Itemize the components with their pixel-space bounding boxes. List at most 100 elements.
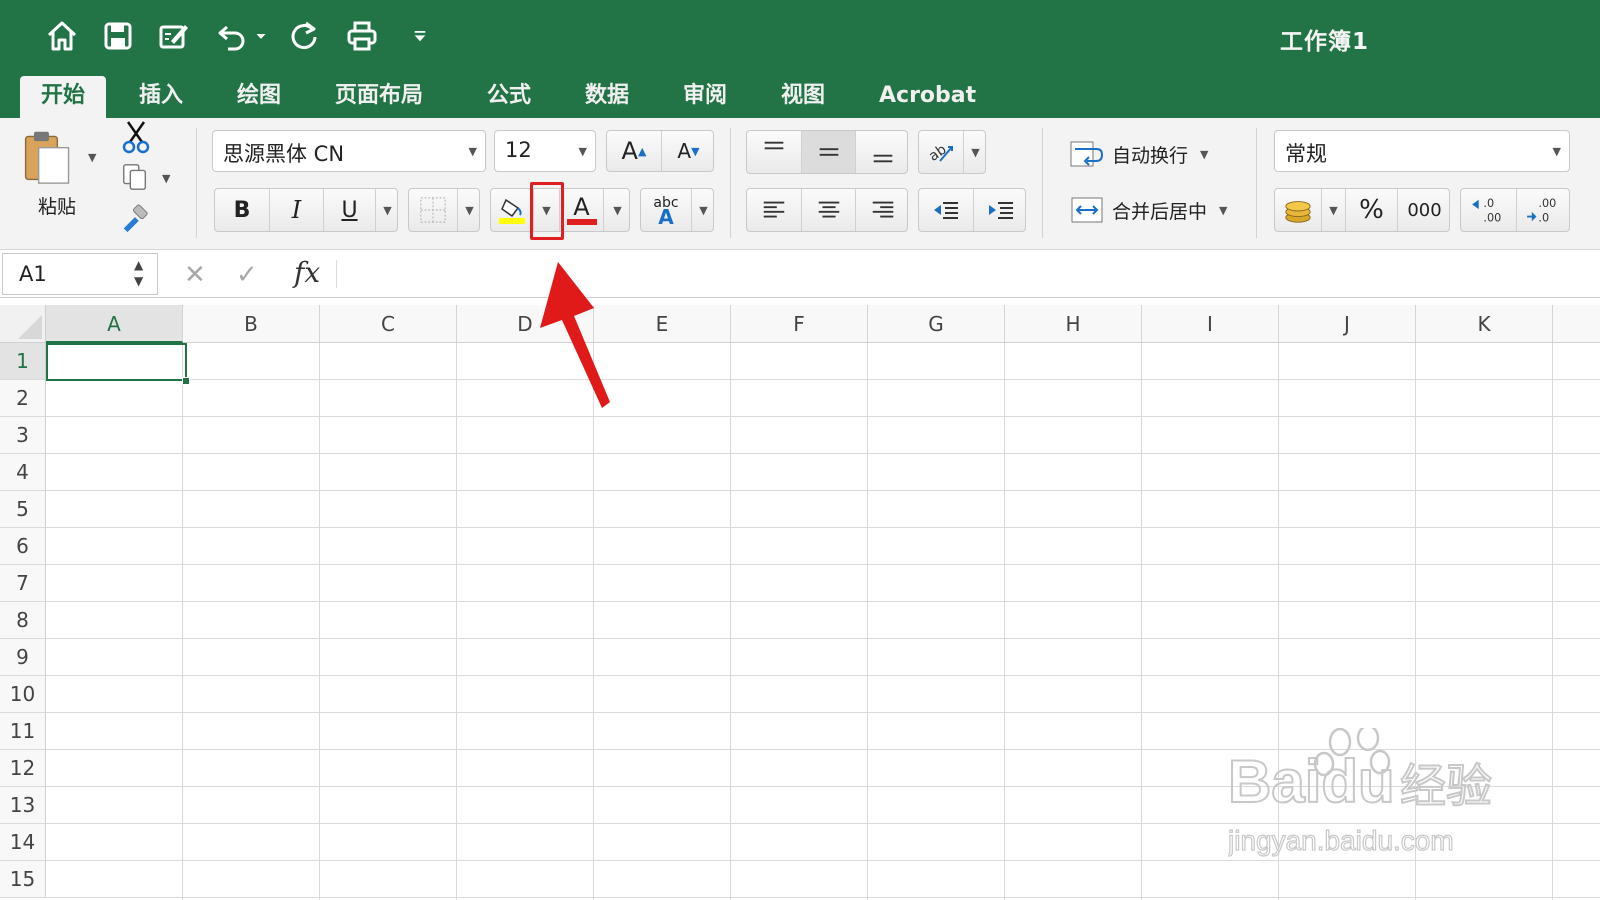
tab-page-layout[interactable]: 页面布局 [314,76,444,118]
font-color-swatch [566,219,597,225]
edit-icon[interactable] [154,16,194,56]
row-header-11[interactable]: 11 [0,713,46,750]
phonetic-dropdown-icon[interactable]: ▼ [691,189,715,231]
bold-button[interactable]: B [215,189,269,231]
tab-data[interactable]: 数据 [564,76,650,118]
font-name-select[interactable]: 思源黑体 CN ▼ [212,130,486,172]
confirm-icon[interactable]: ✓ [236,260,258,290]
active-cell[interactable] [46,343,187,381]
column-header-g[interactable]: G [868,305,1005,343]
align-middle-button[interactable] [801,131,855,173]
copy-icon[interactable] [120,162,152,194]
decrease-indent-button[interactable] [919,189,973,231]
font-size-select[interactable]: 12 ▼ [494,130,596,172]
grow-font-button[interactable]: A ▲ [607,131,661,171]
row-header-12[interactable]: 12 [0,750,46,787]
gridline [1415,343,1416,900]
shrink-font-button[interactable]: A ▼ [661,131,715,171]
column-header-c[interactable]: C [320,305,457,343]
orientation-button[interactable]: ab [919,131,963,173]
paste-label: 粘贴 [38,196,77,218]
cancel-icon[interactable]: ✕ [184,260,206,290]
row-header-1[interactable]: 1 [0,343,46,380]
formula-input[interactable] [346,255,1586,293]
font-size-value: 12 [505,138,532,162]
fill-handle[interactable] [182,377,190,385]
tab-draw[interactable]: 绘图 [216,76,302,118]
align-center-button[interactable] [801,189,855,231]
row-header-7[interactable]: 7 [0,565,46,602]
format-painter-icon[interactable] [120,204,152,236]
cut-icon[interactable] [120,120,152,154]
customize-icon[interactable] [400,16,440,56]
print-icon[interactable] [342,16,382,56]
undo-dropdown-icon[interactable] [250,16,272,56]
column-header-i[interactable]: I [1142,305,1279,343]
underline-dropdown-icon[interactable]: ▼ [375,189,399,231]
grow-font-label: A [621,137,638,165]
increase-decimal-button[interactable]: .0.00 [1461,189,1516,231]
column-header-a[interactable]: A [46,305,183,343]
copy-dropdown-icon[interactable]: ▼ [162,172,170,185]
column-header-b[interactable]: B [183,305,320,343]
column-header-h[interactable]: H [1005,305,1142,343]
font-color-button[interactable]: A [559,189,603,231]
align-top-button[interactable] [747,131,801,173]
svg-text:.00: .00 [1538,197,1556,210]
worksheet-grid[interactable]: ABCDEFGHIJK 1 2 3 4 5 6 7 8 9 10 11 12 13 14 15 [0,305,1600,900]
align-right-button[interactable] [855,189,909,231]
row-header-5[interactable]: 5 [0,491,46,528]
align-left-button[interactable] [747,189,801,231]
fill-color-button[interactable] [491,189,533,231]
comma-style-button[interactable]: 000 [1397,189,1451,231]
row-header-15[interactable]: 15 [0,861,46,898]
number-format-select[interactable]: 常规 ▼ [1274,130,1570,172]
row-header-10[interactable]: 10 [0,676,46,713]
decrease-decimal-button[interactable]: .00.0 [1516,189,1571,231]
tab-acrobat[interactable]: Acrobat [858,76,997,118]
redo-icon[interactable] [284,16,324,56]
phonetic-guide-button[interactable]: abc A [641,189,691,231]
row-header-3[interactable]: 3 [0,417,46,454]
text-orientation-icon: ab [926,142,953,165]
tab-insert[interactable]: 插入 [118,76,204,118]
row-header-9[interactable]: 9 [0,639,46,676]
underline-button[interactable]: U [323,189,375,231]
orientation-dropdown-icon[interactable]: ▼ [963,131,987,173]
row-header-4[interactable]: 4 [0,454,46,491]
row-header-13[interactable]: 13 [0,787,46,824]
tab-formulas[interactable]: 公式 [466,76,552,118]
borders-group: ▼ [408,188,480,232]
percent-button[interactable]: % [1345,189,1397,231]
undo-icon[interactable] [212,16,252,56]
wrap-text-button[interactable]: 自动换行 ▼ [1068,136,1208,172]
paste-dropdown-icon[interactable]: ▼ [88,151,96,164]
row-header-14[interactable]: 14 [0,824,46,861]
tab-review[interactable]: 审阅 [662,76,748,118]
accounting-dropdown-icon[interactable]: ▼ [1321,189,1345,231]
borders-dropdown-icon[interactable]: ▼ [457,189,481,231]
column-header-k[interactable]: K [1416,305,1553,343]
tab-view[interactable]: 视图 [760,76,846,118]
save-icon[interactable] [98,16,138,56]
increase-indent-button[interactable] [973,189,1027,231]
tab-home[interactable]: 开始 [20,76,107,118]
row-header-8[interactable]: 8 [0,602,46,639]
align-bottom-button[interactable] [855,131,909,173]
home-icon[interactable] [42,16,82,56]
font-color-dropdown[interactable]: ▼ [603,189,631,231]
column-header-f[interactable]: F [731,305,868,343]
row-header-2[interactable]: 2 [0,380,46,417]
document-title: 工作簿1 [1280,29,1370,55]
ribbon-tabs: 开始 插入 绘图 页面布局 公式 数据 审阅 视图 Acrobat [0,68,1600,118]
merge-center-button[interactable]: 合并后居中 ▼ [1068,192,1227,228]
accounting-format-button[interactable] [1275,189,1321,231]
borders-button[interactable] [409,189,457,231]
name-box-stepper-icon[interactable]: ▲ ▼ [134,257,143,289]
row-header-6[interactable]: 6 [0,528,46,565]
decrease-decimal-icon: .00.0 [1527,197,1556,224]
insert-function-icon[interactable]: fx [294,256,320,289]
column-header-j[interactable]: J [1279,305,1416,343]
italic-button[interactable]: I [269,189,323,231]
select-all-button[interactable] [0,305,46,343]
